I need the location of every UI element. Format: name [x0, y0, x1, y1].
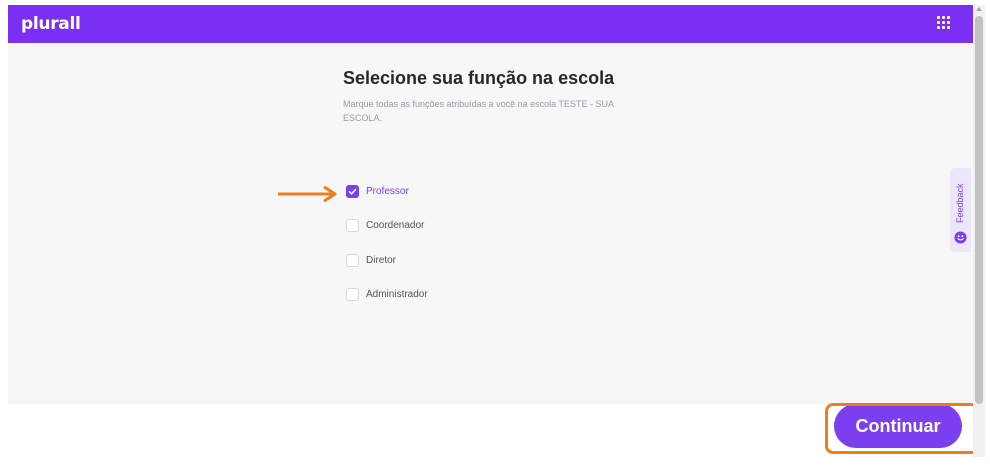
- role-option-administrador[interactable]: Administrador: [346, 285, 428, 305]
- plurall-logo[interactable]: plurall: [21, 14, 81, 34]
- checkbox-icon[interactable]: [346, 219, 359, 232]
- checkbox-checked-icon[interactable]: [346, 184, 359, 198]
- scroll-up-arrow-icon[interactable]: [976, 7, 982, 11]
- role-label-professor: Professor: [366, 185, 409, 197]
- annotation-arrow-icon: [278, 186, 337, 202]
- top-bar: plurall: [8, 5, 973, 43]
- feedback-tab[interactable]: Feedback: [950, 168, 971, 252]
- page-title: Selecione sua função na escola: [343, 68, 615, 88]
- role-label-diretor: Diretor: [366, 254, 397, 266]
- grid-dots-icon[interactable]: [937, 16, 953, 32]
- role-list: Professor Coordenador Diretor Administra…: [346, 181, 428, 319]
- smile-icon: [954, 231, 967, 244]
- role-option-coordenador[interactable]: Coordenador: [346, 216, 428, 236]
- page-subtitle: Marque todas as funções atribuídas a voc…: [343, 99, 614, 123]
- continue-button[interactable]: Continuar: [834, 404, 962, 448]
- scrollbar-thumb[interactable]: [975, 16, 983, 404]
- browser-frame: plurall Feedback Selecione sua função na…: [0, 0, 990, 465]
- vertical-scrollbar[interactable]: [973, 5, 985, 457]
- role-label-administrador: Administrador: [366, 289, 428, 300]
- feedback-label: Feedback: [955, 183, 965, 223]
- role-option-diretor[interactable]: Diretor: [346, 250, 428, 270]
- checkbox-icon[interactable]: [346, 253, 359, 267]
- role-label-coordenador: Coordenador: [366, 220, 425, 231]
- role-option-professor[interactable]: Professor: [346, 181, 428, 201]
- checkbox-icon[interactable]: [346, 288, 359, 301]
- footer-bar: [8, 404, 973, 457]
- role-selection-panel: Selecione sua função na escola Marque to…: [343, 66, 623, 125]
